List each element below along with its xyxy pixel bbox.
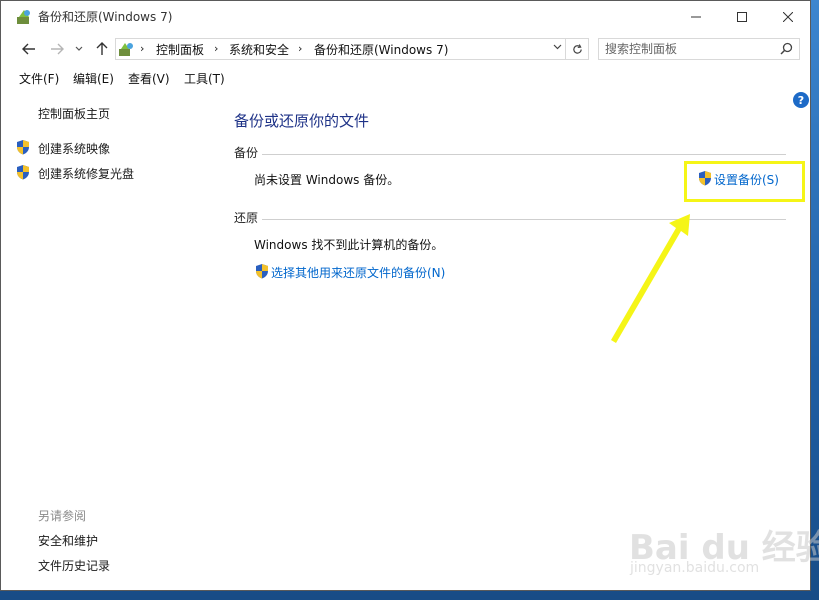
maximize-button[interactable] xyxy=(719,1,765,32)
refresh-icon xyxy=(572,43,582,54)
control-panel-icon xyxy=(119,43,133,56)
minimize-icon xyxy=(691,16,701,17)
minimize-button[interactable] xyxy=(673,1,719,32)
create-system-image-link[interactable]: 创建系统映像 xyxy=(38,140,110,157)
recent-locations-button[interactable] xyxy=(72,40,86,58)
chevron-down-icon xyxy=(75,46,83,51)
up-button[interactable] xyxy=(92,40,112,58)
menu-file[interactable]: 文件(F) xyxy=(19,70,59,87)
menu-view[interactable]: 查看(V) xyxy=(128,70,170,87)
restore-section-divider xyxy=(262,219,786,220)
select-other-backup-link[interactable]: 选择其他用来还原文件的备份(N) xyxy=(271,264,445,281)
breadcrumb-backup-restore[interactable]: 备份和还原(Windows 7) xyxy=(314,41,448,58)
shield-icon xyxy=(17,140,29,155)
file-history-link[interactable]: 文件历史记录 xyxy=(38,557,110,574)
forward-arrow-icon xyxy=(51,43,64,55)
back-button[interactable] xyxy=(19,40,39,58)
menu-bar: 文件(F) 编辑(E) 查看(V) 工具(T) xyxy=(1,66,810,90)
backup-section-divider xyxy=(262,154,786,155)
breadcrumb-separator-icon: › xyxy=(214,42,219,55)
security-maintenance-link[interactable]: 安全和维护 xyxy=(38,532,98,549)
help-button[interactable]: ? xyxy=(793,92,809,108)
breadcrumb-separator-icon: › xyxy=(140,42,145,55)
title-bar: 备份和还原(Windows 7) xyxy=(1,1,810,32)
backup-status-text: 尚未设置 Windows 备份。 xyxy=(254,173,400,187)
control-panel-window: 备份和还原(Windows 7) › 控制面板 › 系统和安全 › 备份和还原(… xyxy=(0,0,811,591)
up-arrow-icon xyxy=(96,42,108,55)
address-dropdown-icon[interactable] xyxy=(553,44,562,50)
address-bar[interactable]: › 控制面板 › 系统和安全 › 备份和还原(Windows 7) xyxy=(115,38,589,60)
backup-section-label: 备份 xyxy=(234,146,259,160)
search-icon[interactable] xyxy=(780,42,793,55)
close-icon xyxy=(783,11,793,22)
forward-button[interactable] xyxy=(47,40,67,58)
backup-restore-app-icon xyxy=(17,10,30,24)
maximize-icon xyxy=(737,11,747,22)
back-arrow-icon xyxy=(22,43,35,55)
page-title: 备份或还原你的文件 xyxy=(234,112,370,130)
breadcrumb-control-panel[interactable]: 控制面板 xyxy=(156,41,204,58)
create-repair-disc-link[interactable]: 创建系统修复光盘 xyxy=(38,165,134,182)
shield-icon xyxy=(17,165,29,180)
breadcrumb-system-security[interactable]: 系统和安全 xyxy=(229,41,289,58)
window-title: 备份和还原(Windows 7) xyxy=(38,10,173,24)
restore-section-label: 还原 xyxy=(234,211,259,225)
restore-status-text: Windows 找不到此计算机的备份。 xyxy=(254,238,444,252)
navigation-bar: › 控制面板 › 系统和安全 › 备份和还原(Windows 7) xyxy=(1,32,810,66)
close-button[interactable] xyxy=(765,1,811,32)
menu-edit[interactable]: 编辑(E) xyxy=(73,70,114,87)
menu-tools[interactable]: 工具(T) xyxy=(184,70,225,87)
breadcrumb-separator-icon: › xyxy=(298,42,303,55)
search-box xyxy=(598,38,800,60)
see-also-heading: 另请参阅 xyxy=(38,509,87,523)
search-input[interactable] xyxy=(605,41,775,57)
refresh-button[interactable] xyxy=(565,39,588,59)
control-panel-home-link[interactable]: 控制面板主页 xyxy=(38,105,110,122)
highlight-box xyxy=(684,161,805,202)
shield-icon xyxy=(256,264,268,279)
